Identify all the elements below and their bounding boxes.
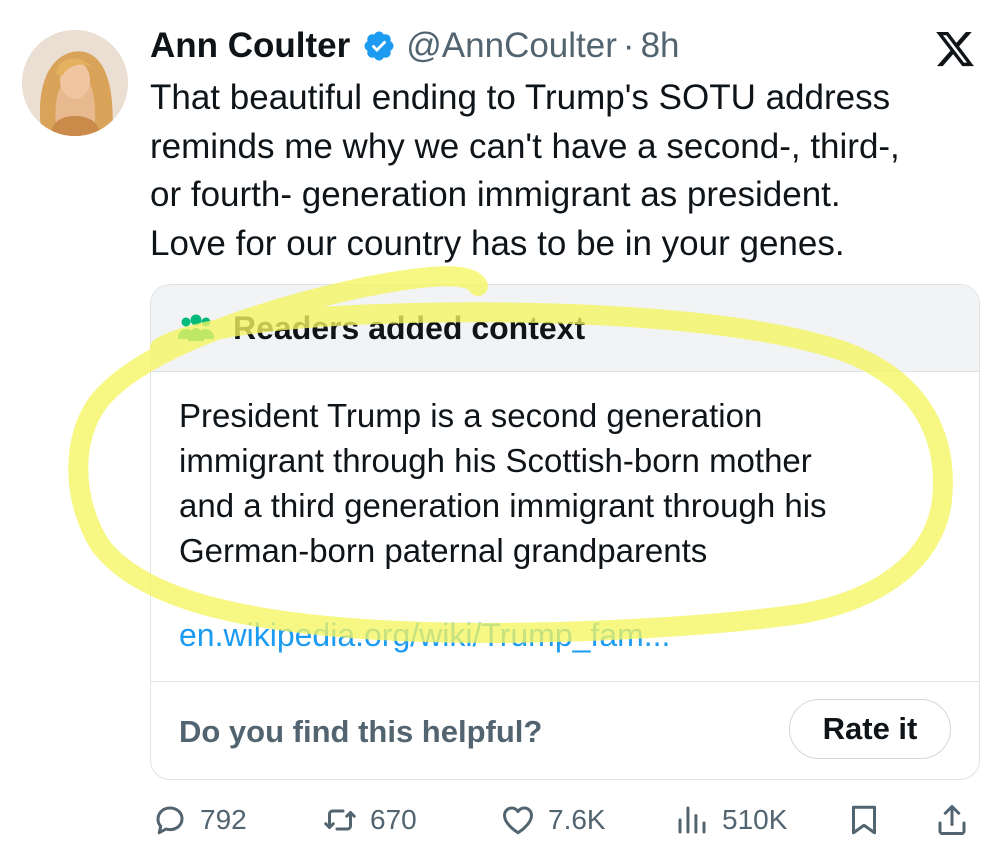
source-link[interactable]: en.wikipedia.org/wiki/Trump_fam... [179,617,670,654]
share-icon [934,802,970,838]
views-icon [674,802,710,838]
tweet-text: That beautiful ending to Trump's SOTU ad… [150,74,970,268]
note-body-line: immigrant through his Scottish-born moth… [179,442,812,479]
x-logo-icon [934,28,976,70]
note-body-line: and a third generation immigrant through… [179,487,827,524]
community-note-body: President Trump is a second generation i… [179,393,969,573]
rate-it-button[interactable]: Rate it [789,699,951,759]
repost-count: 670 [370,804,417,835]
community-note: Readers added context President Trump is… [150,284,980,780]
author-name[interactable]: Ann Coulter [150,26,350,66]
tweet-action-bar: 792 670 7.6K 510K [0,795,1000,845]
tweet-timestamp[interactable]: 8h [641,26,680,66]
tweet-text-line: Love for our country has to be in your g… [150,223,845,263]
views-count: 510K [722,804,788,835]
verified-badge-icon [362,29,396,63]
repost-button[interactable]: 670 [322,795,417,845]
reply-count: 792 [200,804,247,835]
tweet-text-line: or fourth- generation immigrant as presi… [150,175,841,214]
community-note-header: Readers added context [151,285,979,372]
community-note-title: Readers added context [233,309,586,346]
bookmark-button[interactable] [846,795,894,845]
reply-button[interactable]: 792 [152,795,247,845]
note-body-line: German-born paternal grandparents [179,532,708,569]
repost-icon [322,802,358,838]
tweet-text-line: That beautiful ending to Trump's SOTU ad… [150,78,891,117]
reply-icon [152,802,188,838]
community-note-footer: Do you find this helpful? Rate it [151,681,979,779]
author-handle[interactable]: @AnnCoulter [406,26,617,66]
like-count: 7.6K [548,804,606,835]
avatar[interactable] [22,30,128,136]
heart-icon [500,802,536,838]
like-button[interactable]: 7.6K [500,795,606,845]
tweet-text-line: reminds me why we can't have a second-, … [150,126,900,166]
bookmark-icon [846,802,882,838]
tweet-header: Ann Coulter @AnnCoulter · 8h [150,22,680,70]
separator-dot: · [622,26,635,65]
note-body-line: President Trump is a second generation [179,397,763,434]
people-icon [177,313,215,343]
helpful-prompt: Do you find this helpful? [179,714,543,749]
views-button[interactable]: 510K [674,795,787,845]
share-button[interactable] [934,795,982,845]
